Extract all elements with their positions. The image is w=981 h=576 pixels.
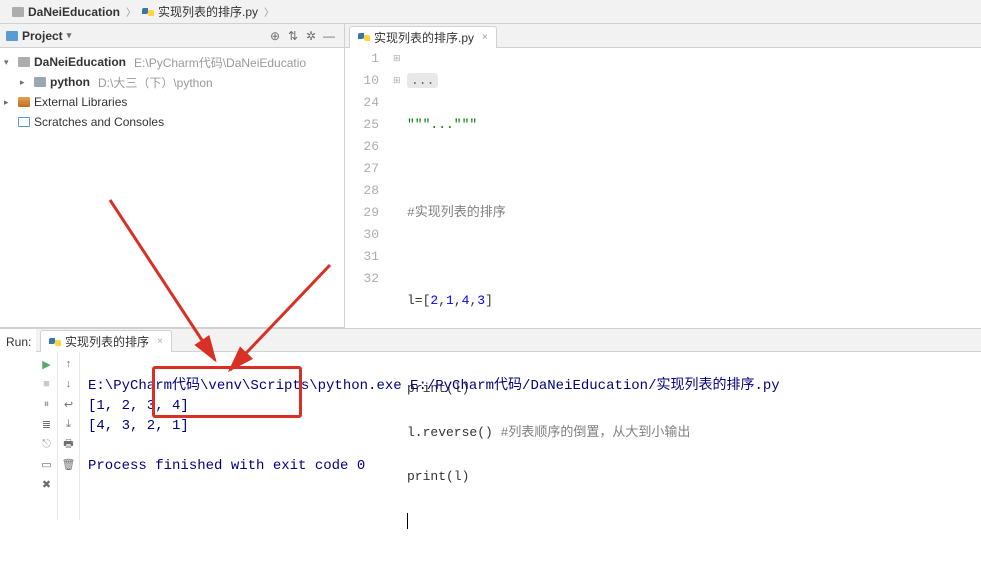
code-text: l=[ bbox=[407, 293, 430, 308]
dump-threads-icon[interactable]: ≣ bbox=[39, 416, 55, 432]
up-arrow-icon[interactable]: ↑ bbox=[61, 356, 77, 372]
run-tabs: 实现列表的排序 × bbox=[36, 328, 981, 352]
tree-node-root[interactable]: ▾ DaNeiEducation E:\PyCharm代码\DaNeiEduca… bbox=[0, 52, 344, 72]
breadcrumb-file[interactable]: 实现列表的排序.py bbox=[138, 3, 262, 20]
tree-node-scratches[interactable]: Scratches and Consoles bbox=[0, 112, 344, 132]
expand-arrow-icon[interactable]: ▾ bbox=[4, 57, 14, 68]
project-tool-window: Project ▾ ⊕ ⇅ ✲ — ▾ DaNeiEducation E:\Py… bbox=[0, 24, 345, 327]
line-number: 10 bbox=[345, 70, 379, 92]
chevron-right-icon: 〉 bbox=[262, 4, 276, 19]
breadcrumb-bar: DaNeiEducation 〉 实现列表的排序.py 〉 bbox=[0, 0, 981, 24]
project-tree[interactable]: ▾ DaNeiEducation E:\PyCharm代码\DaNeiEduca… bbox=[0, 48, 344, 327]
close-tab-icon[interactable]: × bbox=[157, 336, 163, 347]
locate-file-icon[interactable]: ⊕ bbox=[266, 27, 284, 45]
tree-node-label: External Libraries bbox=[34, 95, 127, 109]
layout-icon[interactable]: ▭ bbox=[39, 456, 55, 472]
tree-node-path: D:\大三（下）\python bbox=[98, 74, 213, 91]
editor-tab[interactable]: 实现列表的排序.py × bbox=[349, 26, 497, 48]
library-icon bbox=[18, 97, 30, 107]
editor-tab-label: 实现列表的排序.py bbox=[374, 29, 474, 46]
line-number: 1 bbox=[345, 48, 379, 70]
run-tab[interactable]: 实现列表的排序 × bbox=[40, 330, 172, 352]
expand-arrow-icon[interactable]: ▸ bbox=[4, 97, 14, 108]
line-number: 24 bbox=[345, 92, 379, 114]
line-number: 31 bbox=[345, 246, 379, 268]
breadcrumb-folder-label: DaNeiEducation bbox=[28, 5, 120, 19]
run-tool-window: Run: 实现列表的排序 × ▶ ■ ⏸ ≣ ⎋ ▭ ✖ ↑ ↓ ↩ bbox=[0, 328, 981, 517]
line-number: 25 bbox=[345, 114, 379, 136]
line-number: 27 bbox=[345, 158, 379, 180]
annotation-highlight-box bbox=[152, 366, 302, 418]
rerun-icon[interactable]: ▶ bbox=[39, 356, 55, 372]
gear-icon[interactable]: ✲ bbox=[302, 27, 320, 45]
project-tool-header: Project ▾ ⊕ ⇅ ✲ — bbox=[0, 24, 344, 48]
line-number: 32 bbox=[345, 268, 379, 290]
scroll-to-end-icon[interactable]: ⤓ bbox=[61, 416, 77, 432]
console-line: Process finished with exit code 0 bbox=[88, 458, 365, 474]
folder-icon bbox=[12, 7, 24, 17]
code-text: """...""" bbox=[407, 117, 477, 132]
folded-placeholder[interactable]: ... bbox=[407, 73, 438, 88]
code-number: 2 bbox=[430, 293, 438, 308]
line-number: 28 bbox=[345, 180, 379, 202]
breadcrumb-file-label: 实现列表的排序.py bbox=[158, 3, 258, 20]
clear-all-icon[interactable]: 🗑 bbox=[61, 456, 77, 472]
tree-node-python[interactable]: ▸ python D:\大三（下）\python bbox=[0, 72, 344, 92]
project-tool-title: Project bbox=[22, 29, 63, 43]
tree-node-label: DaNeiEducation bbox=[34, 55, 126, 69]
code-comment: #实现列表的排序 bbox=[407, 205, 506, 220]
down-arrow-icon[interactable]: ↓ bbox=[61, 376, 77, 392]
editor-pane: 实现列表的排序.py × 1 10 24 25 26 27 28 29 30 3… bbox=[345, 24, 981, 327]
line-number: 26 bbox=[345, 136, 379, 158]
module-folder-icon bbox=[18, 57, 30, 67]
expand-arrow-icon[interactable]: ▸ bbox=[20, 77, 30, 88]
code-text: ] bbox=[485, 293, 493, 308]
print-icon[interactable]: 🖶 bbox=[61, 436, 77, 452]
dropdown-caret-icon[interactable]: ▾ bbox=[67, 30, 72, 41]
run-left-toolbar: ▶ ■ ⏸ ≣ ⎋ ▭ ✖ bbox=[36, 352, 58, 520]
python-file-icon bbox=[49, 336, 61, 348]
python-file-icon bbox=[358, 31, 370, 43]
run-mid-toolbar: ↑ ↓ ↩ ⤓ 🖶 🗑 bbox=[58, 352, 80, 520]
line-number: 29 bbox=[345, 202, 379, 224]
run-tab-label: 实现列表的排序 bbox=[65, 333, 149, 350]
run-label: Run: bbox=[0, 328, 36, 517]
pin-icon[interactable]: ✖ bbox=[39, 476, 55, 492]
tree-node-path: E:\PyCharm代码\DaNeiEducatio bbox=[134, 54, 306, 71]
project-icon bbox=[6, 31, 18, 41]
folder-icon bbox=[34, 77, 46, 87]
pause-icon[interactable]: ⏸ bbox=[39, 396, 55, 412]
code-number: 4 bbox=[462, 293, 470, 308]
line-number: 30 bbox=[345, 224, 379, 246]
soft-wrap-icon[interactable]: ↩ bbox=[61, 396, 77, 412]
code-number: 1 bbox=[446, 293, 454, 308]
console-line: [4, 3, 2, 1] bbox=[88, 418, 189, 434]
tree-node-external-libs[interactable]: ▸ External Libraries bbox=[0, 92, 344, 112]
hide-button-icon[interactable]: — bbox=[320, 27, 338, 45]
exit-icon[interactable]: ⎋ bbox=[39, 436, 55, 452]
scratches-icon bbox=[18, 117, 30, 127]
close-tab-icon[interactable]: × bbox=[482, 32, 488, 43]
python-file-icon bbox=[142, 6, 154, 18]
breadcrumb-folder[interactable]: DaNeiEducation bbox=[8, 5, 124, 19]
expand-all-icon[interactable]: ⇅ bbox=[284, 27, 302, 45]
editor-tabs: 实现列表的排序.py × bbox=[345, 24, 981, 48]
chevron-right-icon: 〉 bbox=[124, 4, 138, 19]
tree-node-label: python bbox=[50, 75, 90, 89]
code-number: 3 bbox=[477, 293, 485, 308]
console-output[interactable]: E:\PyCharm代码\venv\Scripts\python.exe E:/… bbox=[80, 352, 981, 520]
tree-node-label: Scratches and Consoles bbox=[34, 115, 164, 129]
stop-icon[interactable]: ■ bbox=[39, 376, 55, 392]
